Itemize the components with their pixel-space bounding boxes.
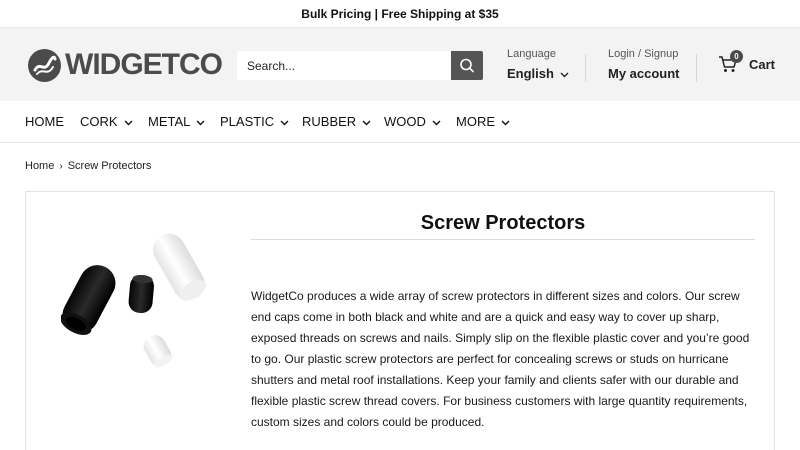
language-value: English: [507, 66, 554, 81]
language-label: Language: [507, 48, 556, 60]
collection-description: WidgetCo produces a wide array of screw …: [251, 289, 750, 429]
breadcrumb: Home › Screw Protectors: [25, 160, 151, 172]
nav-item-more[interactable]: MORE: [456, 114, 510, 129]
main-navigation: HOME CORK METAL PLASTIC RUBBER WOOD MORE: [0, 101, 800, 143]
nav-item-label: CORK: [80, 114, 118, 129]
nav-item-label: MORE: [456, 114, 495, 129]
header-divider: [696, 54, 697, 82]
chevron-down-icon: [362, 114, 371, 129]
nav-item-wood[interactable]: WOOD: [384, 114, 441, 129]
nav-item-label: METAL: [148, 114, 191, 129]
chevron-down-icon: [432, 114, 441, 129]
logo-mark-icon: [28, 48, 61, 82]
account-link[interactable]: Login / Signup My account: [608, 48, 680, 81]
breadcrumb-current: Screw Protectors: [67, 160, 152, 172]
announcement-text: Bulk Pricing | Free Shipping at $35: [301, 7, 499, 21]
login-signup-label: Login / Signup: [608, 48, 679, 60]
announcement-bar: Bulk Pricing | Free Shipping at $35: [0, 0, 800, 28]
cart-link[interactable]: 0 Cart: [718, 50, 776, 74]
nav-item-metal[interactable]: METAL: [148, 114, 205, 129]
chevron-down-icon: [196, 114, 205, 129]
search-button[interactable]: [451, 51, 483, 80]
product-image: [60, 227, 231, 382]
chevron-down-icon: [501, 114, 510, 129]
nav-item-label: RUBBER: [302, 114, 357, 129]
cart-count-badge: 0: [730, 50, 743, 63]
page-title: Screw Protectors: [420, 212, 586, 234]
logo[interactable]: WIDGETCO: [28, 48, 223, 82]
nav-item-cork[interactable]: CORK: [80, 114, 133, 129]
collection-card: Screw Protectors WidgetCo produces a wid…: [25, 191, 775, 450]
my-account-label: My account: [608, 66, 680, 81]
language-selector[interactable]: Language English: [507, 48, 569, 81]
chevron-down-icon: [280, 114, 289, 129]
chevron-down-icon: [124, 114, 133, 129]
search-bar: [237, 51, 483, 80]
cart-label: Cart: [749, 56, 776, 72]
nav-item-label: PLASTIC: [220, 114, 275, 129]
search-icon: [451, 58, 483, 83]
logo-text: WIDGETCO: [65, 48, 223, 81]
breadcrumb-home-link[interactable]: Home: [25, 160, 54, 172]
nav-item-rubber[interactable]: RUBBER: [302, 114, 371, 129]
nav-item-label: HOME: [25, 114, 64, 129]
header-divider: [585, 54, 586, 82]
search-input[interactable]: [237, 51, 451, 80]
site-header: WIDGETCO Language English Login / Signup…: [0, 28, 800, 101]
title-divider: [251, 239, 755, 240]
nav-item-plastic[interactable]: PLASTIC: [220, 114, 289, 129]
nav-item-label: WOOD: [384, 114, 426, 129]
cart-icon: 0: [718, 50, 743, 74]
nav-item-home[interactable]: HOME: [25, 114, 64, 129]
chevron-right-icon: ›: [59, 160, 63, 172]
chevron-down-icon: [560, 66, 569, 81]
